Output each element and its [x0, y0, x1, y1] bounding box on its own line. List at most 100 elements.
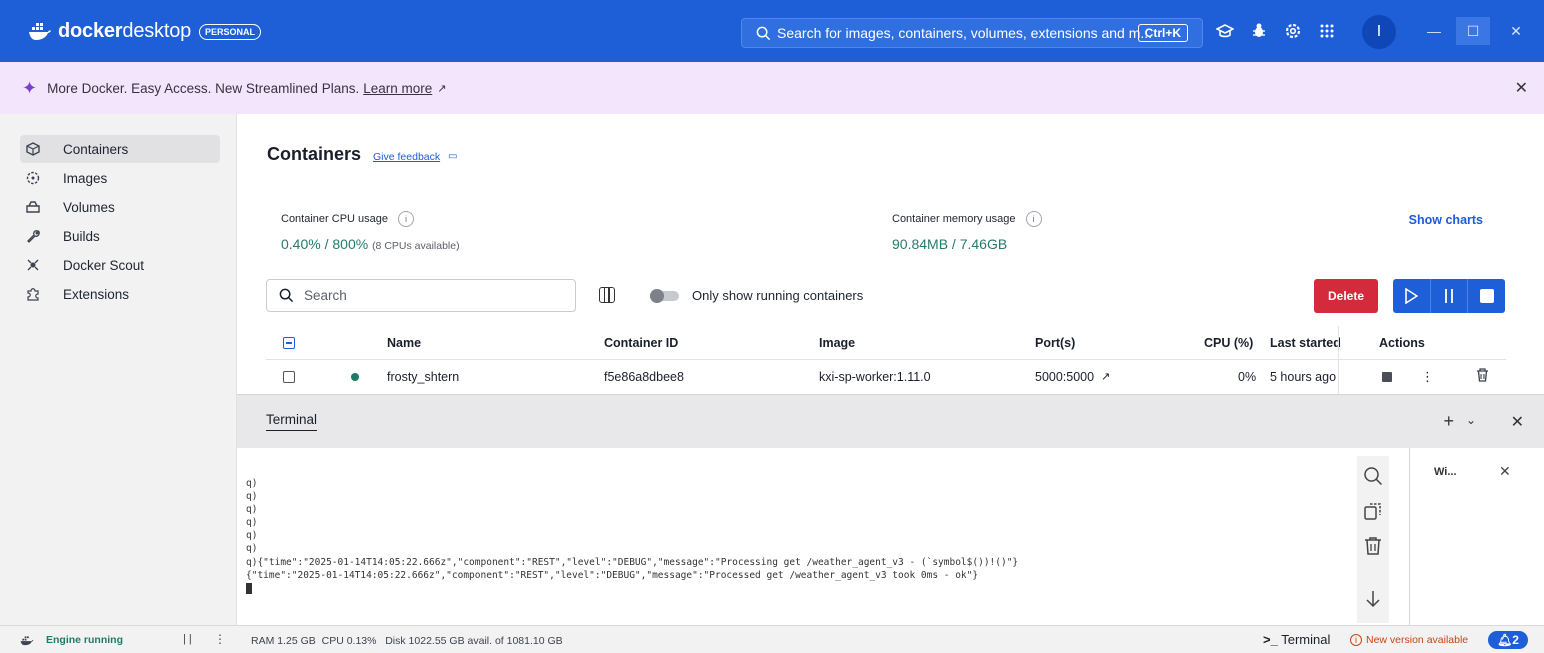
terminal-line: q): [246, 530, 258, 542]
stop-icon: [1479, 289, 1494, 303]
row-more-icon[interactable]: ⋮: [1421, 369, 1434, 385]
sidebar-item-label: Containers: [63, 141, 129, 157]
notifications-badge[interactable]: 🔔︎2: [1488, 631, 1528, 649]
user-avatar[interactable]: I: [1362, 15, 1396, 49]
running-status-dot: [351, 373, 359, 381]
sidebar-item-docker-scout[interactable]: Docker Scout: [20, 251, 220, 279]
sidebar: Containers Images Volumes Builds Docker …: [0, 114, 237, 625]
pause-button[interactable]: [1431, 279, 1469, 313]
copy-icon[interactable]: [1363, 501, 1383, 521]
troubleshoot-bug-icon[interactable]: [1250, 22, 1268, 40]
volumes-icon: [25, 199, 41, 215]
sidebar-item-volumes[interactable]: Volumes: [20, 193, 220, 221]
search-placeholder: Search: [304, 288, 347, 303]
info-icon[interactable]: i: [398, 211, 415, 227]
select-all-checkbox[interactable]: [283, 337, 295, 349]
terminal-close-button[interactable]: ✕: [1511, 412, 1524, 432]
new-version-link[interactable]: i New version available: [1350, 634, 1468, 646]
terminal-line: q): [246, 504, 258, 516]
stop-button[interactable]: [1468, 279, 1505, 313]
maximize-button[interactable]: ☐: [1456, 17, 1490, 45]
pause-icon: [1445, 289, 1453, 303]
window-close-button[interactable]: ✕: [1499, 17, 1533, 45]
cpu-count-note: (8 CPUs available): [372, 240, 460, 252]
give-feedback-link[interactable]: Give feedback: [373, 151, 440, 163]
show-charts-link[interactable]: Show charts: [1409, 213, 1483, 227]
global-search[interactable]: Search for images, containers, volumes, …: [741, 18, 1203, 48]
terminal-output[interactable]: q) q) q) q) q) q) q){"time":"2025-01-14T14:05:…: [237, 448, 1357, 625]
engine-more-icon[interactable]: ⋮: [214, 632, 226, 646]
search-icon: [756, 26, 771, 40]
sidebar-item-images[interactable]: Images: [20, 164, 220, 192]
resource-stats: RAM 1.25 GB CPU 0.13% Disk 1022.55 GB av…: [251, 635, 563, 647]
external-link-icon: ↗: [437, 82, 447, 95]
brand-desktop-text: desktop: [122, 20, 192, 42]
terminal-prompt-icon: >_: [1263, 632, 1278, 647]
terminal-line: q): [246, 517, 258, 529]
column-actions: Actions: [1379, 336, 1425, 350]
row-delete-trash-icon[interactable]: [1476, 368, 1489, 385]
play-icon: [1405, 288, 1419, 304]
engine-status[interactable]: Engine running: [20, 634, 123, 646]
delete-button[interactable]: Delete: [1314, 279, 1378, 313]
column-cpu[interactable]: CPU (%): [1204, 336, 1253, 350]
session-close-button[interactable]: ✕: [1499, 463, 1511, 480]
column-image[interactable]: Image: [819, 336, 855, 350]
container-name-link[interactable]: frosty_shtern: [387, 370, 459, 384]
column-container-id[interactable]: Container ID: [604, 336, 678, 350]
terminal-session-tab[interactable]: Wi...: [1434, 466, 1457, 478]
container-last-started: 5 hours ago: [1270, 370, 1337, 384]
notifications-count: 2: [1512, 633, 1519, 647]
cpu-usage-label-text: Container CPU usage: [281, 213, 389, 225]
container-image-link[interactable]: kxi-sp-worker:1.11.0: [819, 370, 931, 384]
container-search-input[interactable]: Search: [266, 279, 576, 312]
external-link-icon: ↗: [1101, 371, 1111, 383]
cpu-usage-label: Container CPU usage i: [281, 211, 415, 227]
global-search-placeholder: Search for images, containers, volumes, …: [777, 25, 1153, 41]
sidebar-item-builds[interactable]: Builds: [20, 222, 220, 250]
columns-icon[interactable]: [599, 287, 615, 303]
minimize-button[interactable]: —: [1417, 17, 1451, 45]
terminal-line: q): [246, 478, 258, 489]
sidebar-item-extensions[interactable]: Extensions: [20, 280, 220, 308]
new-terminal-plus-icon[interactable]: +: [1443, 411, 1454, 432]
column-ports[interactable]: Port(s): [1035, 336, 1075, 350]
cpu-usage-value-text: 0.40% / 800%: [281, 236, 369, 252]
container-cpu: 0%: [1238, 370, 1257, 384]
banner-close-button[interactable]: ✕: [1515, 78, 1528, 98]
docker-whale-icon: [29, 22, 51, 40]
container-port-link[interactable]: 5000:5000: [1035, 370, 1094, 384]
terminal-toggle-button[interactable]: >_ Terminal: [1263, 632, 1330, 647]
sidebar-item-label: Volumes: [63, 199, 115, 215]
status-bar: Engine running | | ⋮ RAM 1.25 GB CPU 0.1…: [0, 625, 1544, 653]
learning-center-icon[interactable]: [1216, 22, 1234, 40]
row-checkbox[interactable]: [283, 371, 295, 383]
row-stop-icon[interactable]: [1382, 372, 1392, 382]
sidebar-item-containers[interactable]: Containers: [20, 135, 220, 163]
column-last-started[interactable]: Last started: [1270, 336, 1341, 350]
pause-engine-icon[interactable]: | |: [183, 633, 192, 645]
running-only-toggle[interactable]: [650, 289, 679, 303]
scout-icon: [25, 257, 41, 273]
column-name[interactable]: Name: [387, 336, 421, 350]
sidebar-item-label: Builds: [63, 228, 100, 244]
terminal-tab[interactable]: Terminal: [266, 412, 318, 431]
apps-grid-icon[interactable]: [1318, 22, 1336, 40]
sidebar-item-label: Extensions: [63, 286, 130, 302]
sparkle-icon: ✦: [22, 77, 38, 98]
table-row[interactable]: frosty_shtern f5e86a8dbee8 kxi-sp-worker…: [266, 360, 1506, 394]
new-version-text: New version available: [1366, 634, 1469, 646]
chevron-down-icon[interactable]: ⌄: [1466, 413, 1476, 427]
sidebar-item-label: Docker Scout: [63, 257, 145, 273]
start-button[interactable]: [1393, 279, 1431, 313]
info-icon[interactable]: i: [1025, 211, 1042, 227]
search-icon[interactable]: [1363, 466, 1383, 486]
terminal-line: q): [246, 543, 258, 555]
scroll-down-arrow-icon[interactable]: [1363, 589, 1383, 609]
settings-gear-icon[interactable]: [1284, 22, 1302, 40]
learn-more-link[interactable]: Learn more: [363, 81, 432, 96]
cpu-usage-value: 0.40% / 800% (8 CPUs available): [281, 236, 460, 252]
search-shortcut-badge: Ctrl+K: [1137, 24, 1188, 42]
terminal-header: Terminal + ⌄ ✕: [237, 394, 1544, 448]
clear-trash-icon[interactable]: [1363, 536, 1383, 556]
